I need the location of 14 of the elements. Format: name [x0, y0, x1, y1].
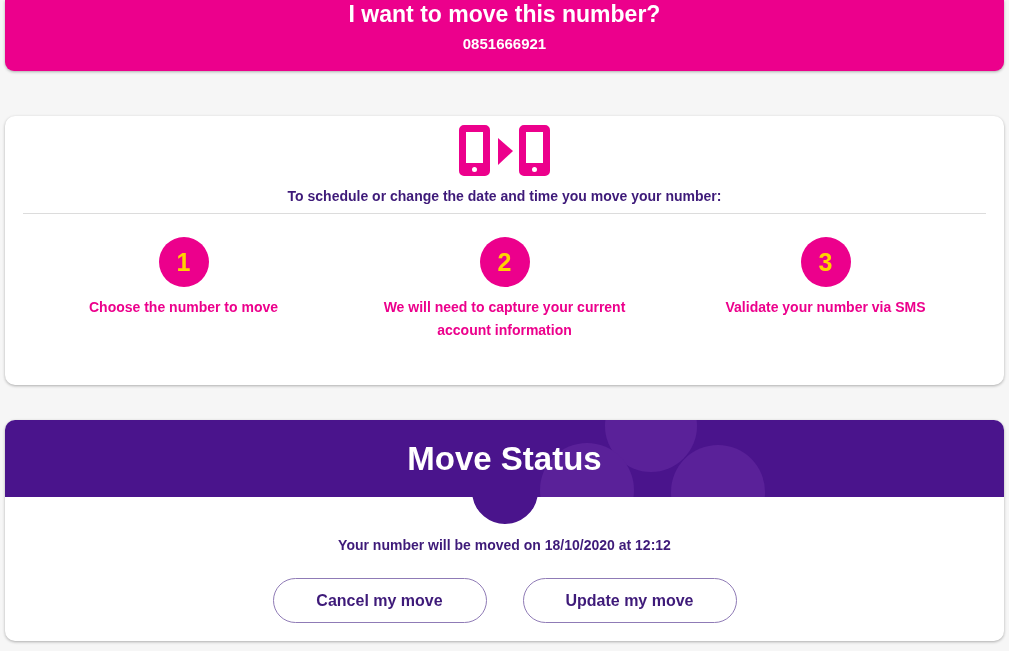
step-number: 3: [800, 237, 851, 287]
move-date-message: Your number will be moved on 18/10/2020 at 12:12: [338, 536, 671, 555]
steps-intro: To schedule or change the date and time you move your number:: [287, 187, 722, 206]
status-title: Move Status: [407, 438, 602, 479]
phone-transfer-icon: [459, 125, 550, 176]
step-label: Choose the number to move: [89, 298, 278, 317]
banner-title: I want to move this number?: [348, 1, 661, 28]
update-button[interactable]: Update my move: [522, 578, 737, 623]
step-number: 2: [479, 237, 530, 287]
phone-number: 0851666921: [462, 35, 547, 53]
step-number: 1: [158, 237, 209, 287]
cancel-button[interactable]: Cancel my move: [272, 578, 487, 623]
step-label: We will need to capture your current account information: [382, 298, 627, 340]
step-label: Validate your number via SMS: [725, 298, 926, 317]
